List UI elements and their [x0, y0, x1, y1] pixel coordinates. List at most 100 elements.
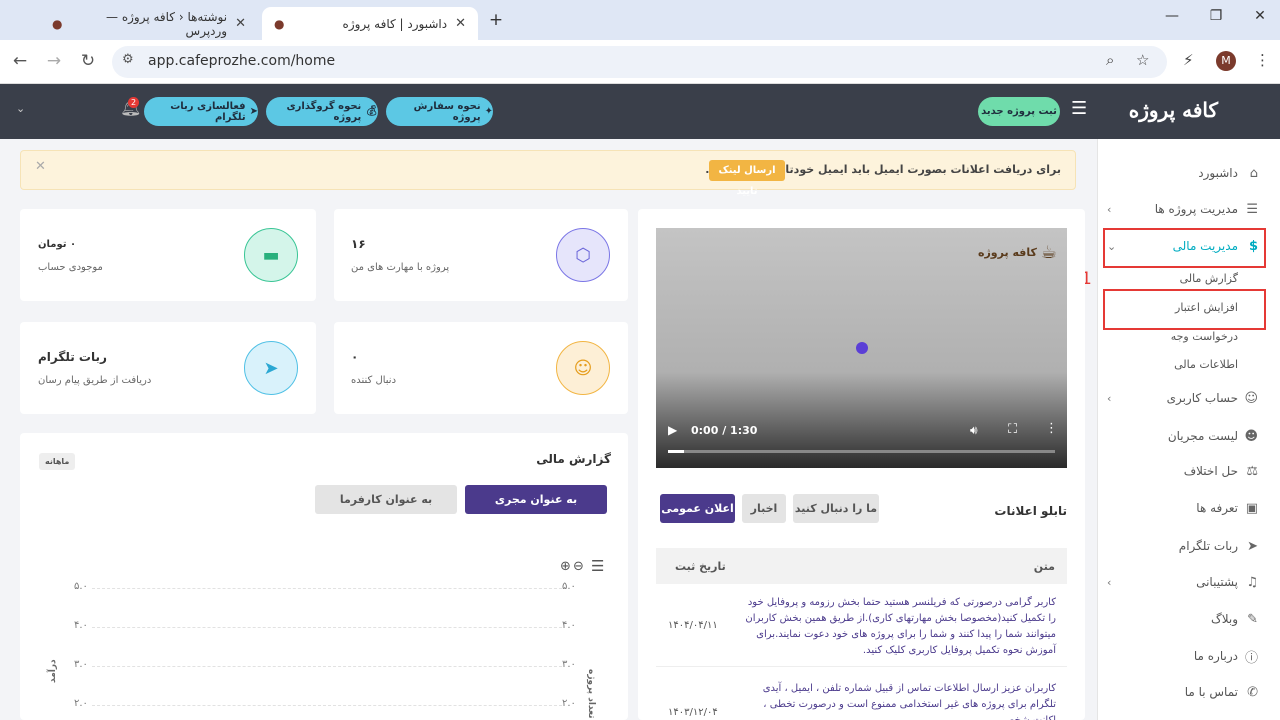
maximize-icon[interactable]: ❐ [1206, 8, 1226, 24]
add-user-icon: ☺ [556, 341, 610, 395]
sidebar-item-disputes[interactable]: ⚖ حل اختلاف [1097, 459, 1280, 483]
sidebar-subitem-withdraw[interactable]: درخواست وجه [1171, 330, 1238, 343]
tab-general-announcement[interactable]: اعلان عمومی [660, 494, 735, 523]
table-row[interactable]: کاربر گرامی درصورتی که فریلنسر هستید حتم… [656, 587, 1067, 667]
order-guide-button[interactable]: ✦ نحوه سفارش پروژه [386, 97, 493, 126]
announcement-text[interactable]: کاربر گرامی درصورتی که فریلنسر هستید حتم… [744, 595, 1056, 659]
watermark-text: کافه پروژه [977, 246, 1037, 259]
notification-badge: 2 [128, 97, 139, 108]
url-text[interactable]: app.cafeprozhe.com/home [148, 53, 335, 69]
cash-icon: ▬ [244, 228, 298, 282]
back-icon[interactable]: ← [9, 51, 31, 71]
chevron-down-icon[interactable]: ⌄ [16, 102, 25, 115]
sidebar-item-telegram[interactable]: ➤ ربات تلگرام [1097, 534, 1280, 558]
projects-label: پروژه با مهارت های من [351, 262, 450, 273]
browser-menu-icon[interactable]: ⋮ [1255, 51, 1270, 69]
sidebar-item-about[interactable]: ⓘ درباره ما [1097, 644, 1280, 668]
sidebar-item-label: حل اختلاف [1183, 464, 1238, 478]
tab-as-employer[interactable]: به عنوان کارفرما [315, 485, 457, 514]
scale-icon: ⚖ [1246, 463, 1258, 479]
users-icon: ☻ [1244, 428, 1258, 444]
escrow-guide-button[interactable]: 💰︎ نحوه گروگذاری پروژه [266, 97, 378, 126]
user-icon: ☺ [1244, 390, 1258, 406]
reload-icon[interactable]: ↻ [77, 51, 99, 71]
y-tick-right: ۵.۰ [562, 581, 576, 592]
zoom-in-icon[interactable]: ⊕ [560, 559, 571, 574]
site-info-icon[interactable]: ⚙ [122, 52, 134, 67]
more-options-icon[interactable]: ⋮ [1045, 421, 1058, 436]
gridline [92, 705, 562, 706]
omnibox[interactable]: ⚙ app.cafeprozhe.com/home ⌕ ☆ [112, 46, 1167, 78]
sidebar-item-label: مدیریت پروژه ها [1154, 202, 1238, 216]
email-verify-alert: ✕ برای دریافت اعلانات بصورت ایمیل باید ا… [20, 150, 1076, 197]
sidebar: ⌂ داشبورد ☰ مدیریت پروژه ها › $ مدیریت مالی ⌄… [1097, 139, 1280, 720]
video-player[interactable]: کافه پروژه ☕︎ ▶ 0:00 / 1:30 🔊︎ ⛶ ⋮ [656, 228, 1067, 468]
fullscreen-icon[interactable]: ⛶ [1008, 422, 1017, 437]
column-header-date: تاریخ ثبت [675, 560, 726, 573]
sidebar-item-account[interactable]: ☺ حساب کاربری › [1097, 386, 1280, 410]
site-logo[interactable]: کافه پروژه [1129, 98, 1218, 122]
close-tab-icon[interactable]: ✕ [455, 16, 466, 31]
close-icon[interactable]: ✕ [35, 159, 46, 174]
sidebar-item-blog[interactable]: ✎ وبلاگ [1097, 607, 1280, 631]
video-watermark: کافه پروژه ☕︎ [978, 242, 1057, 263]
minimize-icon[interactable]: — [1162, 8, 1182, 24]
browser-tab-dashboard[interactable]: ✕ داشبورد | کافه پروژه ● [262, 7, 478, 40]
y-tick-right: ۳.۰ [562, 659, 576, 670]
sidebar-item-label: ربات تلگرام [1178, 539, 1238, 553]
balance-card: ▬ ۰ تومان موجودی حساب [20, 209, 316, 301]
new-project-button[interactable]: ثبت پروژه جدید [978, 97, 1060, 126]
video-announcements-card: کافه پروژه ☕︎ ▶ 0:00 / 1:30 🔊︎ ⛶ ⋮ تابلو… [638, 209, 1085, 720]
tab-follow-us[interactable]: ما را دنبال کنید [793, 494, 879, 523]
y-tick-left: ۴.۰ [74, 620, 88, 631]
browser-address-bar: ← → ↻ ⚙ app.cafeprozhe.com/home ⌕ ☆ ⚡ ⋮ [0, 40, 1280, 84]
tab-as-freelancer[interactable]: به عنوان مجری [465, 485, 607, 514]
list-icon: ☰ [1246, 201, 1258, 217]
send-verify-link-button[interactable]: ارسال لینک تایید [709, 160, 785, 197]
telegram-icon: ➤ [244, 341, 298, 395]
period-select[interactable]: ماهانه [39, 453, 76, 470]
chevron-left-icon: › [1107, 391, 1112, 405]
gridline [92, 588, 562, 589]
sidebar-item-support[interactable]: ♫ پشتیبانی › [1097, 570, 1280, 594]
browser-tab-wordpress[interactable]: ✕ نوشته‌ها ‹ کافه پروژه — وردپرس ● [40, 7, 258, 40]
play-icon[interactable]: ▶ [668, 423, 677, 437]
announcement-date: ۱۴۰۴/۰۴/۱۱ [668, 620, 718, 631]
sidebar-item-contact[interactable]: ✆ تماس با ما [1097, 680, 1280, 704]
table-row[interactable]: کاربران عزیز ارسال اطلاعات تماس از قبیل … [656, 675, 1067, 720]
order-icon: ✦ [484, 106, 493, 117]
sidebar-subitem-finance-report[interactable]: گزارش مالی [1180, 272, 1238, 285]
telegram-icon: ➤ [249, 106, 258, 117]
tab-news[interactable]: اخبار [742, 494, 786, 523]
announcement-text[interactable]: کاربران عزیز ارسال اطلاعات تماس از قبیل … [744, 681, 1056, 720]
close-window-icon[interactable]: ✕ [1250, 8, 1270, 24]
sidebar-item-projects[interactable]: ☰ مدیریت پروژه ها › [1097, 197, 1280, 221]
bag-icon: ▣ [1245, 500, 1258, 516]
profile-avatar[interactable]: M [1216, 51, 1236, 71]
sidebar-subitem-finance-info[interactable]: اطلاعات مالی [1174, 358, 1238, 371]
sidebar-item-label: درباره ما [1193, 649, 1238, 663]
y-tick-right: ۴.۰ [562, 620, 576, 631]
extensions-icon[interactable]: ⚡ [1183, 51, 1194, 69]
new-tab-button[interactable]: + [486, 10, 506, 30]
blog-icon: ✎ [1247, 611, 1258, 627]
button-label: فعالسازی ربات تلگرام [170, 100, 246, 123]
close-tab-icon[interactable]: ✕ [235, 16, 246, 31]
sidebar-item-label: وبلاگ [1210, 612, 1238, 626]
sidebar-item-tariffs[interactable]: ▣ تعرفه ها [1097, 496, 1280, 520]
forward-icon[interactable]: → [43, 51, 65, 71]
sidebar-item-freelancers[interactable]: ☻ لیست مجریان [1097, 424, 1280, 448]
telegram-bot-activate-button[interactable]: ➤ فعالسازی ربات تلگرام [144, 97, 258, 126]
hamburger-menu-icon[interactable]: ☰ [1071, 98, 1087, 119]
chart-menu-icon[interactable]: ☰ [591, 557, 604, 575]
zoom-out-icon[interactable]: ⊖ [573, 559, 584, 574]
zoom-icon[interactable]: ⌕ [1106, 51, 1114, 69]
sidebar-item-label: لیست مجریان [1167, 429, 1238, 443]
finance-report-title: گزارش مالی [536, 452, 611, 466]
sidebar-item-dashboard[interactable]: ⌂ داشبورد [1097, 161, 1280, 185]
video-progress-bar[interactable] [668, 450, 1055, 453]
volume-icon[interactable]: 🔊︎ [970, 423, 978, 438]
headset-icon: ♫ [1246, 574, 1258, 590]
bookmark-star-icon[interactable]: ☆ [1136, 51, 1149, 69]
y-tick-left: ۳.۰ [74, 659, 88, 670]
